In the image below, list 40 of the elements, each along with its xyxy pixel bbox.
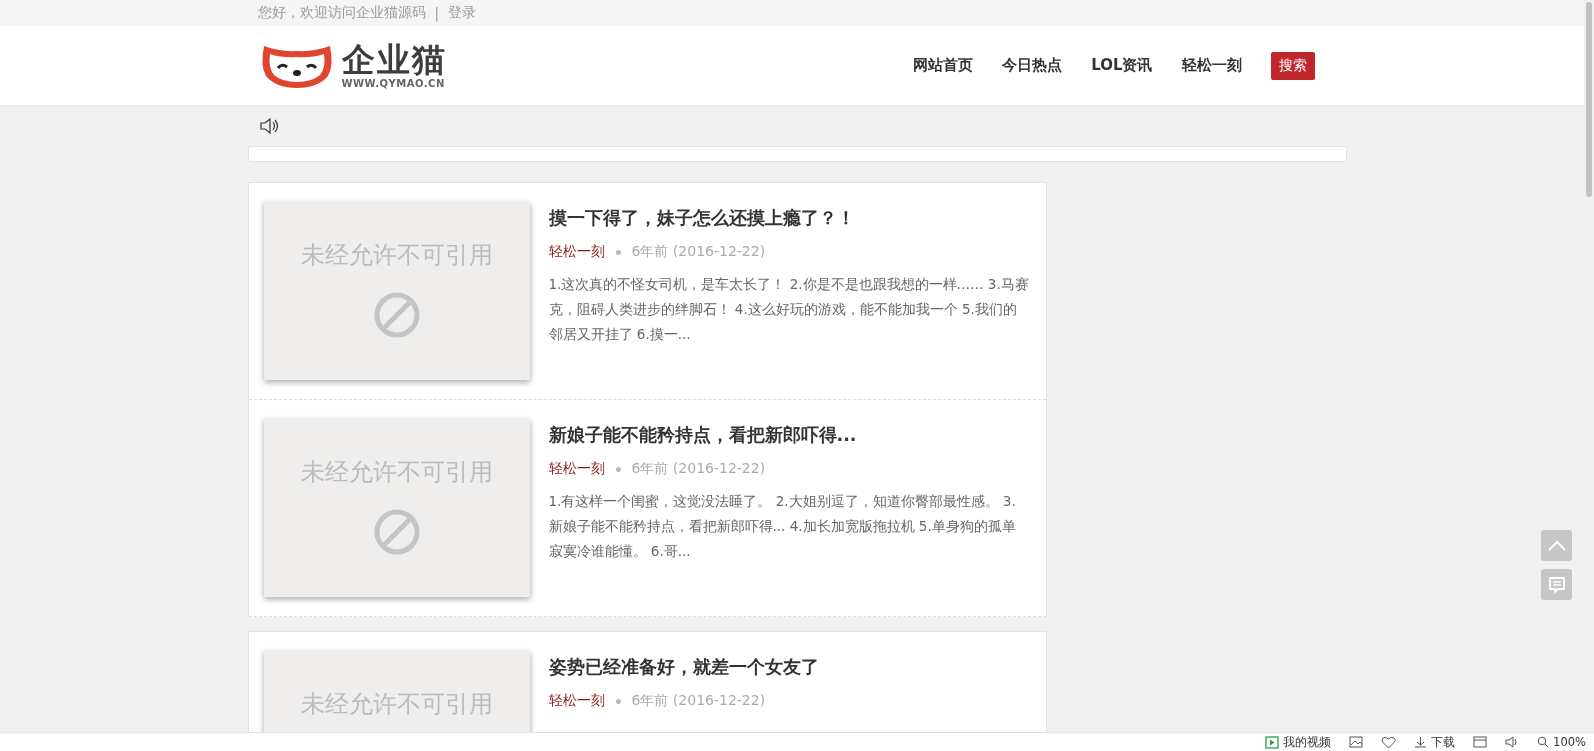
image-icon[interactable]	[1349, 736, 1364, 748]
prohibited-icon	[372, 508, 421, 556]
scrollbar-thumb[interactable]	[1586, 2, 1592, 197]
search-button[interactable]: 搜索	[1270, 51, 1315, 80]
dot-icon	[615, 249, 621, 255]
logo-title: 企业猫	[341, 42, 447, 76]
category-link[interactable]: 轻松一刻	[548, 243, 605, 261]
heart-icon[interactable]	[1381, 735, 1397, 749]
article-title[interactable]: 新娘子能不能矜持点，看把新郎吓得...	[548, 423, 1030, 447]
nav-link[interactable]: 轻松一刻	[1181, 56, 1242, 75]
article-excerpt: 1.这次真的不怪女司机，是车太长了！ 2.你是不是也跟我想的一样…… 3.马赛克，阻碍人类进步的绊脚石！ 4.这么好玩的游戏，能不能加我一个 5.我们的邻居又开挂了 6.摸一...	[548, 275, 1030, 344]
cat-logo-icon	[259, 43, 334, 88]
zoom-icon[interactable]	[1537, 736, 1550, 748]
separator-text: |	[434, 5, 440, 21]
window-icon[interactable]	[1473, 736, 1488, 748]
zoom-level[interactable]: 100%	[1553, 735, 1586, 749]
category-link[interactable]: 轻松一刻	[548, 460, 605, 478]
post-date: 6年前 (2016-12-22)	[631, 692, 766, 710]
welcome-text: 您好，欢迎访问企业猫源码	[257, 4, 426, 22]
prohibited-icon	[372, 291, 421, 339]
dot-icon	[615, 466, 621, 472]
nav-link[interactable]: 今日热点	[1002, 56, 1063, 75]
article-title[interactable]: 姿势已经准备好，就差一个女友了	[548, 655, 1030, 679]
article-title[interactable]: 摸一下得了，妹子怎么还摸上瘾了？！	[548, 206, 1030, 230]
download-link[interactable]: 下载	[1431, 734, 1456, 750]
logo-url: WWW.QYMAO.CN	[341, 78, 446, 89]
my-videos-link[interactable]: 我的视频	[1283, 734, 1332, 750]
download-icon[interactable]	[1414, 736, 1428, 748]
post-date: 6年前 (2016-12-22)	[631, 460, 766, 478]
speaker-icon[interactable]	[1505, 736, 1520, 748]
play-icon[interactable]	[1265, 735, 1280, 749]
comment-icon	[1547, 575, 1566, 594]
article-excerpt: 1.有这样一个闺蜜，这觉没法睡了。 2.大姐别逗了，知道你臀部最性感。 3.新娘子能不能矜持点，看把新郎吓得... 4.加长加宽版拖拉机 5.单身狗的孤单寂寞冷谁能懂。 6.哥...	[548, 492, 1017, 561]
post-date: 6年前 (2016-12-22)	[631, 243, 766, 261]
nav-link[interactable]: LOL资讯	[1091, 56, 1153, 75]
dot-icon	[615, 698, 621, 704]
nav-link[interactable]: 网站首页	[913, 56, 974, 75]
chevron-up-icon	[1546, 539, 1567, 552]
speaker-muted-icon[interactable]	[259, 118, 279, 134]
category-link[interactable]: 轻松一刻	[548, 692, 605, 710]
